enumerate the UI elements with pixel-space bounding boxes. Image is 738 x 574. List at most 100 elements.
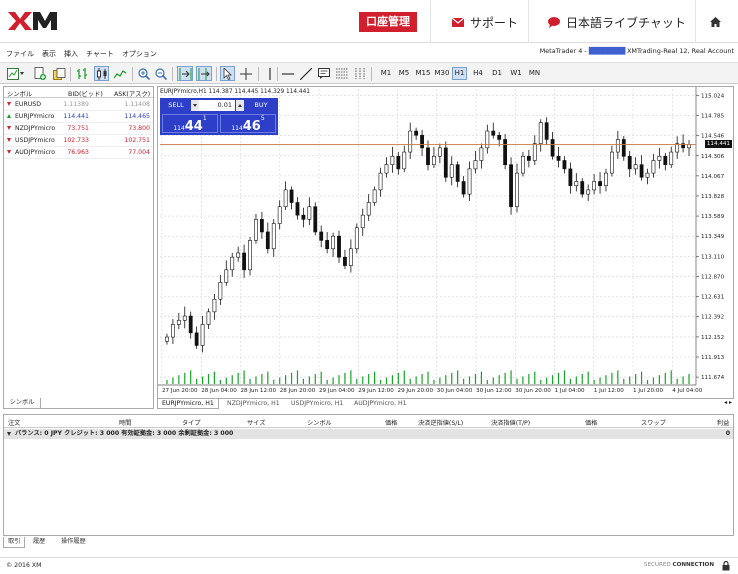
candle-bullish bbox=[218, 282, 223, 300]
timeframe-m5[interactable]: M5 bbox=[396, 67, 412, 80]
chart-tab-nzdjpy[interactable]: NZDJPYmicro, H1 bbox=[223, 399, 284, 409]
toolbar-divider bbox=[371, 67, 372, 81]
market-watch-row[interactable]: AUDJPYmicro 76.963 77.004 bbox=[4, 147, 153, 159]
timeframe-h4[interactable]: H4 bbox=[470, 67, 486, 80]
timeframe-m1[interactable]: M1 bbox=[378, 67, 394, 80]
bar-chart-icon[interactable] bbox=[75, 66, 90, 81]
buy-button[interactable]: BUY bbox=[247, 100, 275, 111]
chart-tab-usdjpy[interactable]: USDJPYmicro, H1 bbox=[287, 399, 347, 409]
market-watch-row[interactable]: EURUSD 1.11389 1.11408 bbox=[4, 99, 153, 111]
tab-trade[interactable]: 取引 bbox=[3, 537, 26, 548]
menu-view[interactable]: 表示 bbox=[42, 49, 56, 59]
zoom-in-icon[interactable] bbox=[137, 66, 150, 81]
text-label-icon[interactable] bbox=[317, 66, 331, 81]
column-profit[interactable]: 利益 bbox=[717, 418, 729, 427]
current-price-label: 114.441 bbox=[704, 140, 732, 149]
candle-bearish bbox=[497, 134, 502, 140]
candle-bullish bbox=[615, 139, 620, 153]
toolbar-divider bbox=[172, 67, 173, 81]
candle-bullish bbox=[610, 151, 614, 174]
line-chart-icon[interactable] bbox=[113, 66, 128, 81]
new-order-icon[interactable] bbox=[33, 66, 47, 81]
lot-size-input[interactable]: 0.01 bbox=[199, 100, 235, 111]
tab-history[interactable]: 履歴 bbox=[29, 537, 49, 548]
menu-insert[interactable]: 挿入 bbox=[64, 49, 78, 59]
support-link[interactable]: サポート bbox=[452, 12, 518, 32]
home-button[interactable] bbox=[710, 12, 721, 32]
column-symbol[interactable]: シンボル bbox=[307, 418, 332, 427]
buy-price[interactable]: 114465 bbox=[220, 114, 276, 134]
bid-price: 76.963 bbox=[67, 149, 89, 156]
market-watch-row[interactable]: NZDJPYmicro 73.751 73.800 bbox=[4, 123, 153, 135]
chart-tab-eurjpy[interactable]: EURJPYmicro, H1 bbox=[157, 399, 219, 409]
balance-row[interactable]: バランス: 0 JPY クレジット: 3 000 有効証拠金: 3 000 余剰… bbox=[4, 429, 733, 439]
timeframe-h1[interactable]: H1 bbox=[452, 67, 467, 80]
column-type[interactable]: タイプ bbox=[182, 418, 201, 427]
column-current-price[interactable]: 価格 bbox=[585, 418, 597, 427]
tab-journal[interactable]: 操作履歴 bbox=[57, 537, 90, 548]
x-tick-label: 1 Jul 12:00 bbox=[594, 388, 624, 394]
market-watch-row[interactable]: EURJPYmicro 114.441 114.465 bbox=[4, 111, 153, 123]
column-stop-loss[interactable]: 決済逆指値(S/L) bbox=[418, 418, 463, 427]
horizontal-line-icon[interactable] bbox=[281, 66, 295, 81]
x-tick-label: 27 Jun 20:00 bbox=[162, 388, 198, 394]
live-chat-link[interactable]: 日本語ライブチャット bbox=[548, 12, 686, 32]
column-price[interactable]: 価格 bbox=[385, 418, 397, 427]
x-tick-label: 4 Jul 04:00 bbox=[672, 388, 702, 394]
column-take-profit[interactable]: 決済指値(T/P) bbox=[491, 418, 530, 427]
candle-bullish bbox=[378, 172, 383, 191]
y-tick-label: 112.152 bbox=[701, 335, 724, 341]
lot-increase-button[interactable] bbox=[236, 100, 244, 111]
column-bid[interactable]: BID(ビッド) bbox=[68, 89, 103, 98]
candle-bullish bbox=[372, 189, 377, 203]
tab-symbols[interactable]: シンボル bbox=[3, 398, 41, 409]
crosshair-icon[interactable] bbox=[239, 66, 253, 81]
column-order[interactable]: 注文 bbox=[8, 418, 20, 427]
cursor-icon[interactable] bbox=[220, 66, 235, 81]
fibonacci-icon[interactable] bbox=[335, 66, 349, 81]
column-size[interactable]: サイズ bbox=[247, 418, 265, 427]
zoom-out-icon[interactable] bbox=[154, 66, 167, 81]
candle-bullish bbox=[206, 311, 211, 325]
menu-file[interactable]: ファイル bbox=[6, 49, 34, 59]
timeframe-d1[interactable]: D1 bbox=[489, 67, 505, 80]
candle-bullish bbox=[657, 155, 662, 161]
chart-tabs-scroll-icon[interactable]: ◂ ▸ bbox=[724, 399, 732, 406]
market-watch-row[interactable]: USDJPYmicro 102.733 102.751 bbox=[4, 135, 153, 147]
xm-logo[interactable] bbox=[6, 8, 72, 34]
timeframe-m30[interactable]: M30 bbox=[433, 67, 451, 80]
profiles-icon[interactable] bbox=[52, 66, 66, 81]
timeframe-mn[interactable]: MN bbox=[526, 67, 543, 80]
timeframe-m15[interactable]: M15 bbox=[414, 67, 432, 80]
column-symbol[interactable]: シンボル bbox=[7, 89, 32, 98]
new-chart-icon[interactable] bbox=[6, 66, 26, 81]
sell-button[interactable]: SELL bbox=[162, 100, 190, 111]
sell-price[interactable]: 114441 bbox=[162, 114, 218, 134]
expand-arrow-icon[interactable] bbox=[7, 432, 11, 436]
chart-shift-icon[interactable] bbox=[196, 66, 212, 81]
trendline-icon[interactable] bbox=[299, 66, 313, 81]
vertical-line-icon[interactable] bbox=[264, 66, 276, 81]
lot-decrease-button[interactable] bbox=[191, 100, 199, 111]
menu-chart[interactable]: チャート bbox=[86, 49, 114, 59]
auto-scroll-icon[interactable] bbox=[177, 66, 193, 81]
candle-bearish bbox=[420, 134, 424, 149]
column-time[interactable]: 時間 bbox=[119, 418, 131, 427]
account-management-button[interactable]: 口座管理 bbox=[359, 12, 417, 32]
candle-bearish bbox=[627, 155, 632, 170]
candle-bullish bbox=[248, 240, 252, 271]
timeframe-w1[interactable]: W1 bbox=[508, 67, 524, 80]
column-ask[interactable]: ASK(アスク) bbox=[114, 89, 150, 98]
candlestick-icon[interactable] bbox=[94, 66, 109, 81]
chart-window[interactable]: 115.024 114.785 114.546 114.306 114.067 113.8… bbox=[157, 86, 734, 399]
candle-bullish bbox=[408, 130, 413, 153]
column-swap[interactable]: スワップ bbox=[641, 418, 666, 427]
candle-bullish bbox=[473, 160, 478, 170]
menu-options[interactable]: オプション bbox=[122, 49, 157, 59]
symbol-name: EURJPYmicro bbox=[15, 113, 55, 120]
y-tick-label: 112.631 bbox=[701, 295, 725, 301]
period-separator-icon[interactable] bbox=[353, 66, 367, 81]
candle-bearish bbox=[426, 147, 430, 165]
candle-bullish bbox=[176, 319, 181, 325]
chart-tab-audjpy[interactable]: AUDJPYmicro, H1 bbox=[350, 399, 411, 409]
